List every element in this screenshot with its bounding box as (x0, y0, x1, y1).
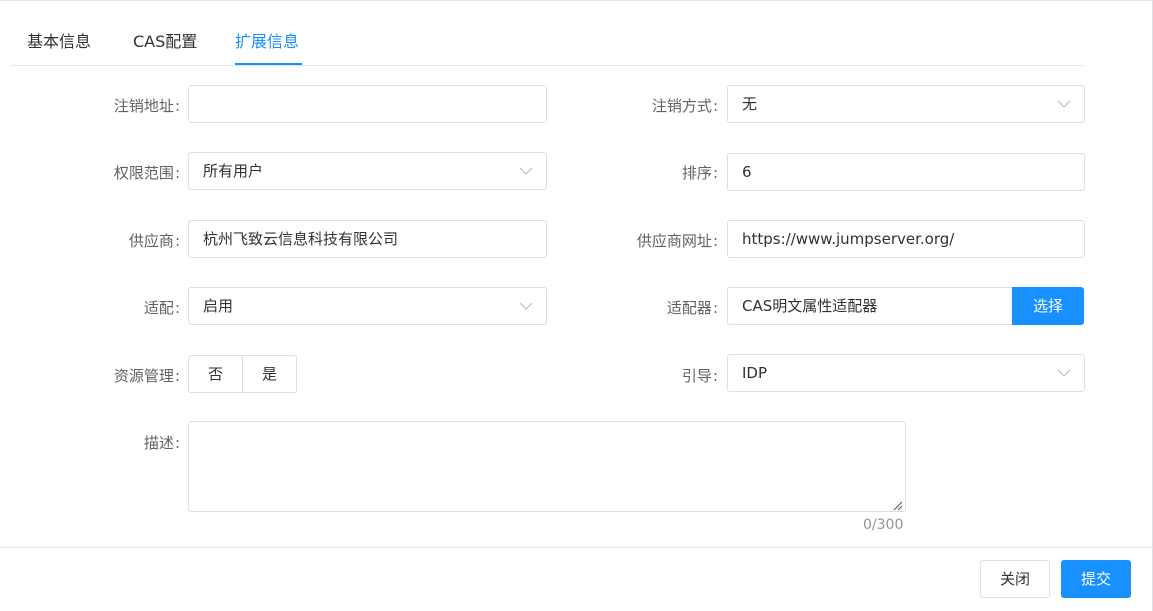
guide-value: IDP (742, 364, 768, 382)
chevron-down-icon (518, 298, 534, 314)
permission-scope-value: 所有用户 (203, 162, 264, 180)
adapter-select-button[interactable]: 选择 (1012, 287, 1084, 325)
close-button[interactable]: 关闭 (980, 560, 1050, 598)
dialog-top-border (0, 0, 1153, 4)
submit-button[interactable]: 提交 (1061, 560, 1131, 598)
logout-url-label: 注销地址: (113, 97, 180, 115)
chevron-down-icon (1056, 96, 1072, 112)
resource-mgmt-label: 资源管理: (113, 367, 180, 385)
tab-extended-info[interactable]: 扩展信息 (235, 28, 299, 52)
chevron-down-icon (1056, 365, 1072, 381)
logout-url-input[interactable] (188, 85, 547, 123)
adapt-select[interactable]: 启用 (188, 287, 547, 325)
permission-scope-label: 权限范围: (113, 164, 180, 182)
adapter-input[interactable]: CAS明文属性适配器 (727, 287, 1014, 325)
resource-mgmt-no[interactable]: 否 (189, 356, 242, 392)
description-char-counter: 0/300 (863, 517, 904, 533)
adapt-value: 启用 (203, 297, 234, 315)
vendor-url-label: 供应商网址: (636, 232, 718, 250)
description-label: 描述: (143, 434, 180, 452)
logout-method-label: 注销方式: (651, 97, 718, 115)
guide-select[interactable]: IDP (727, 354, 1085, 392)
resource-mgmt-radio-group: 否 是 (188, 355, 297, 393)
chevron-down-icon (518, 163, 534, 179)
description-textarea[interactable] (188, 421, 906, 512)
sort-input[interactable]: 6 (727, 153, 1085, 191)
logout-method-value: 无 (742, 95, 758, 113)
permission-scope-select[interactable]: 所有用户 (188, 152, 547, 190)
adapt-label: 适配: (143, 299, 180, 317)
adapter-label: 适配器: (666, 299, 718, 317)
sort-label: 排序: (681, 164, 718, 182)
logout-method-select[interactable]: 无 (727, 85, 1085, 123)
resource-mgmt-yes[interactable]: 是 (242, 356, 296, 392)
tab-basic-info[interactable]: 基本信息 (27, 28, 91, 52)
resize-handle-icon[interactable] (891, 497, 903, 511)
vendor-label: 供应商: (128, 232, 180, 250)
vendor-url-input[interactable]: https://www.jumpserver.org/ (727, 220, 1085, 258)
tab-cas-config[interactable]: CAS配置 (133, 28, 197, 52)
guide-label: 引导: (681, 367, 718, 385)
vendor-input[interactable]: 杭州飞致云信息科技有限公司 (188, 220, 547, 258)
active-tab-indicator (235, 63, 302, 65)
tab-bar: 基本信息 CAS配置 扩展信息 (10, 12, 1085, 66)
